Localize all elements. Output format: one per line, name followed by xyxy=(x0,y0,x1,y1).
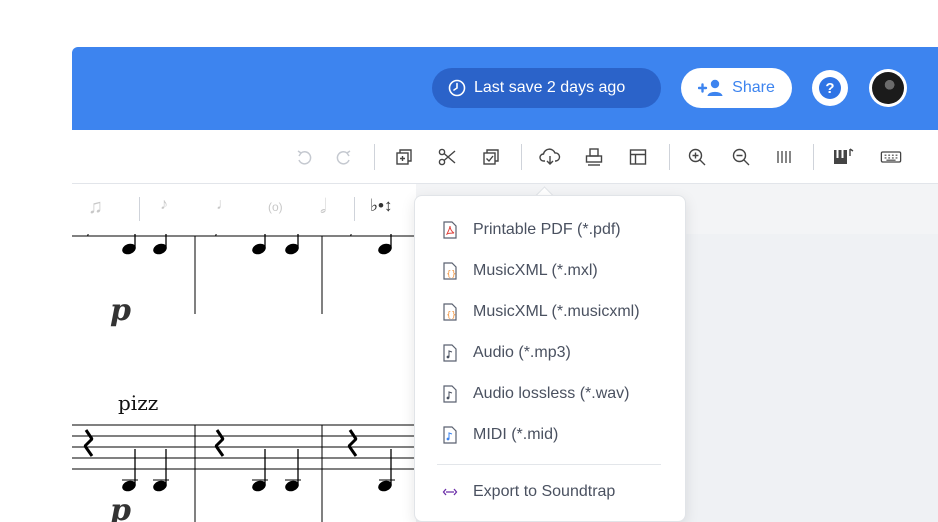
export-soundtrap-label: Export to Soundtrap xyxy=(473,483,616,500)
soundtrap-icon xyxy=(441,482,459,502)
last-save-text: Last save 2 days ago xyxy=(474,79,626,96)
duplicate-icon[interactable] xyxy=(393,146,415,168)
export-midi-item[interactable]: MIDI (*.mid) xyxy=(441,423,558,447)
zoom-in-icon[interactable] xyxy=(686,146,708,168)
note-input-bar: ♫ ♪ ♩ (o) 𝅗𝅥 ♭•↕ xyxy=(72,184,416,234)
musicxml-file-icon: {} xyxy=(441,302,459,322)
export-soundtrap-item[interactable]: Export to Soundtrap xyxy=(441,480,615,504)
svg-text:ʻ: ʻ xyxy=(214,234,218,245)
export-pdf-label: Printable PDF (*.pdf) xyxy=(473,221,621,238)
export-mp3-label: Audio (*.mp3) xyxy=(473,344,571,361)
share-button[interactable]: Share xyxy=(681,68,792,108)
svg-text:{}: {} xyxy=(446,310,456,319)
undo-icon[interactable] xyxy=(293,146,315,168)
main-toolbar xyxy=(72,130,938,184)
export-mxl-item[interactable]: {} MusicXML (*.mxl) xyxy=(441,259,598,283)
export-wav-item[interactable]: Audio lossless (*.wav) xyxy=(441,382,630,406)
whole-note-icon[interactable]: (o) xyxy=(268,200,283,214)
avatar-image xyxy=(872,72,904,104)
export-pdf-item[interactable]: Printable PDF (*.pdf) xyxy=(441,218,621,242)
top-bar: Last save 2 days ago Share ? xyxy=(72,47,938,130)
half-note-icon[interactable]: 𝅗𝅥 xyxy=(320,196,326,219)
audio-file-icon xyxy=(441,343,459,363)
toolbar-divider xyxy=(521,144,522,170)
export-musicxml-label: MusicXML (*.musicxml) xyxy=(473,303,640,320)
toolbar-divider xyxy=(813,144,814,170)
pdf-file-icon xyxy=(441,220,459,240)
share-label: Share xyxy=(732,79,775,96)
toolbar-divider xyxy=(374,144,375,170)
flat-transpose-icon[interactable]: ♭•↕ xyxy=(370,196,392,216)
eighth-note-icon[interactable]: ♪ xyxy=(160,196,168,214)
layout-icon[interactable] xyxy=(627,146,649,168)
notebar-divider xyxy=(139,197,140,221)
export-wav-label: Audio lossless (*.wav) xyxy=(473,385,630,402)
dynamic-marking: p xyxy=(110,293,131,328)
instruments-icon[interactable] xyxy=(832,146,854,168)
last-save-indicator[interactable]: Last save 2 days ago xyxy=(432,68,661,108)
user-avatar[interactable] xyxy=(869,69,907,107)
export-midi-label: MIDI (*.mid) xyxy=(473,426,559,443)
keyboard-icon[interactable] xyxy=(880,146,902,168)
score-canvas[interactable]: ʻ ʻ ʻ p pizz p xyxy=(72,231,416,522)
svg-text:ʻ: ʻ xyxy=(349,234,353,245)
measures-icon[interactable] xyxy=(773,146,795,168)
zoom-out-icon[interactable] xyxy=(730,146,752,168)
help-icon: ? xyxy=(819,77,841,99)
redo-icon[interactable] xyxy=(333,146,355,168)
print-icon[interactable] xyxy=(583,146,605,168)
notebar-divider xyxy=(354,197,355,221)
select-icon[interactable] xyxy=(480,146,502,168)
export-mp3-item[interactable]: Audio (*.mp3) xyxy=(441,341,571,365)
cut-icon[interactable] xyxy=(436,146,458,168)
technique-text: pizz xyxy=(118,391,159,415)
musicxml-file-icon: {} xyxy=(441,261,459,281)
export-mxl-label: MusicXML (*.mxl) xyxy=(473,262,598,279)
sixteenth-note-icon[interactable]: ♫ xyxy=(88,196,103,219)
clock-icon xyxy=(448,79,466,97)
menu-divider xyxy=(437,464,661,465)
export-icon[interactable] xyxy=(539,146,561,168)
dynamic-marking: p xyxy=(110,493,131,522)
audio-file-icon xyxy=(441,384,459,404)
svg-text:ʻ: ʻ xyxy=(86,234,90,245)
export-musicxml-item[interactable]: {} MusicXML (*.musicxml) xyxy=(441,300,640,324)
help-button[interactable]: ? xyxy=(812,70,848,106)
toolbar-divider xyxy=(669,144,670,170)
add-user-icon xyxy=(698,79,723,96)
quarter-note-icon[interactable]: ♩ xyxy=(216,196,232,214)
svg-text:{}: {} xyxy=(446,269,456,278)
export-menu: Printable PDF (*.pdf) {} MusicXML (*.mxl… xyxy=(414,195,686,522)
midi-file-icon xyxy=(441,425,459,445)
